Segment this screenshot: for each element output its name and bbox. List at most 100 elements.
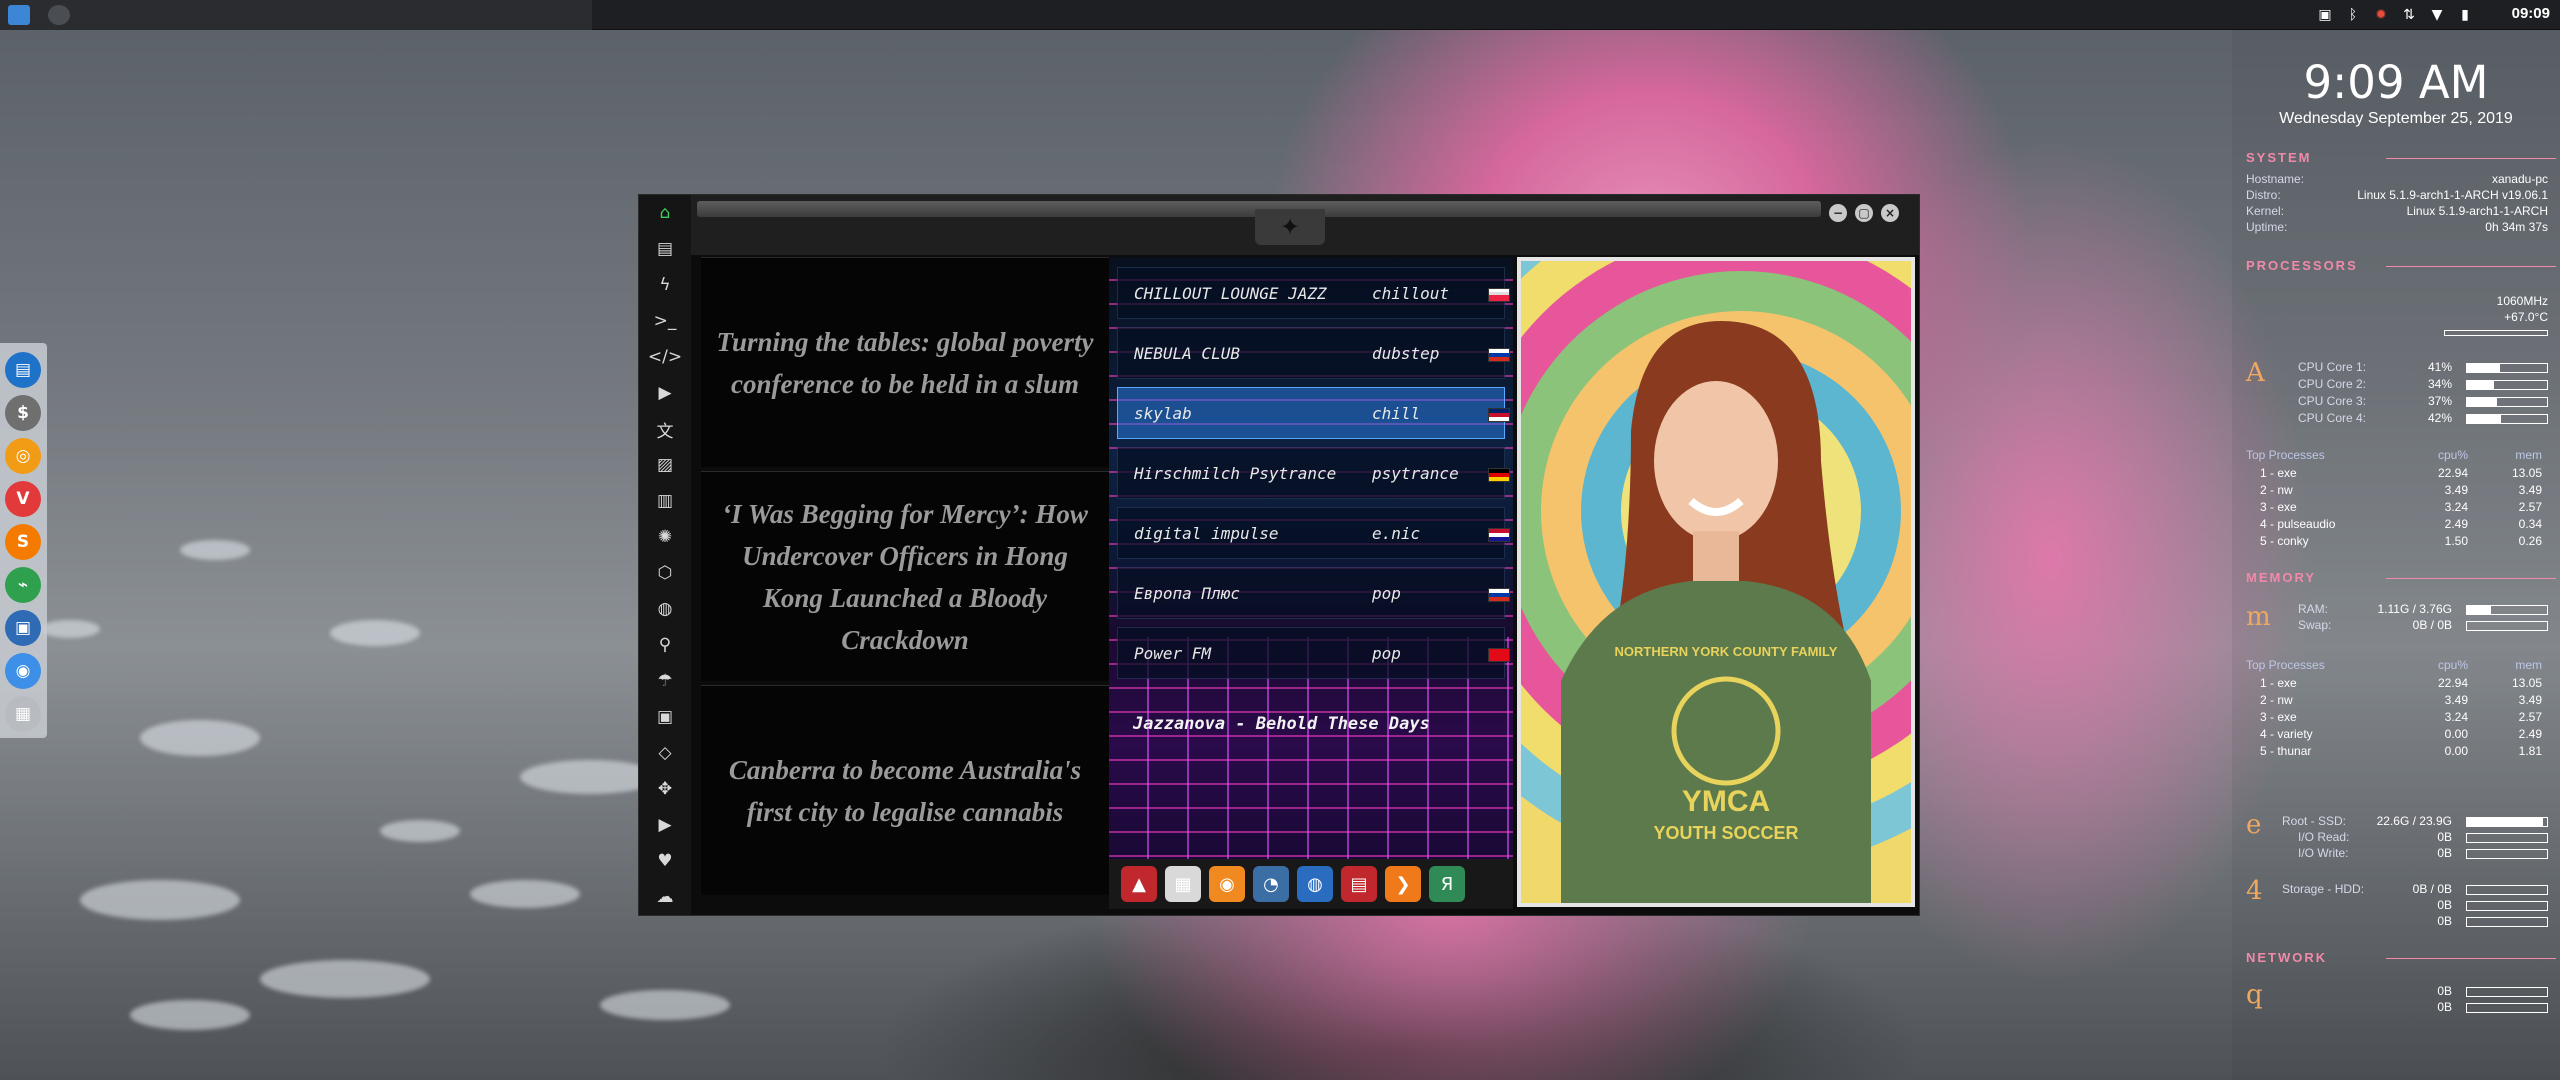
radio-station[interactable]: skylab chill <box>1117 387 1510 439</box>
heart-icon[interactable]: ♥ <box>639 843 691 879</box>
now-playing: Jazzanova - Behold These Days <box>1133 714 1430 734</box>
system-tray: ▣ ᛒ ✹ ⇅ ▼ ▮ <box>2316 5 2474 25</box>
ubuntu-icon[interactable]: ◎ <box>5 438 41 474</box>
station-name: Европа Плюс <box>1134 584 1240 603</box>
news-icon[interactable]: ▥ <box>639 483 691 519</box>
contacts-icon[interactable]: ▣ <box>639 699 691 735</box>
system-info-row: Distro: Linux 5.1.9-arch1-1-ARCH v19.06.1 <box>2246 188 2548 202</box>
net-down-bar <box>2466 987 2548 997</box>
taskbar-left <box>0 0 592 30</box>
io-write-bar <box>2466 849 2548 859</box>
file-manager-icon[interactable] <box>8 5 30 25</box>
cpu-graph <box>2444 330 2548 336</box>
workspace-icon[interactable] <box>48 5 70 25</box>
swap-bar <box>2466 621 2548 631</box>
terminal-icon[interactable]: >_ <box>639 303 691 339</box>
cpu-core-bar <box>2466 380 2548 390</box>
station-genre: pop <box>1372 644 1401 663</box>
search-app-icon[interactable]: ◉ <box>1209 866 1245 902</box>
chrome-icon[interactable]: ◉ <box>5 653 41 689</box>
youtube-icon[interactable]: ▶ <box>639 807 691 843</box>
net-up-bar <box>2466 1003 2548 1013</box>
cloud-icon[interactable]: ☁ <box>639 879 691 915</box>
code-icon[interactable]: </> <box>639 339 691 375</box>
update-icon[interactable]: ✹ <box>2372 7 2390 23</box>
screen-icon[interactable]: ▣ <box>5 610 41 646</box>
app-window: ⌂ ▤ ϟ >_ </> ▶ 文 ▨ ▥ ✺ ⬡ ◍ ⚲ ☂ ▣ ◇ ✥ ▶ ♥ ☁ ✦ − ▢ × Turning … <box>638 194 1920 916</box>
maximize-button[interactable]: ▢ <box>1855 204 1873 222</box>
wallpaper-photo: NORTHERN YORK COUNTY FAMILY YMCA YOUTH S… <box>1517 257 1915 907</box>
system-monitor-icon[interactable]: ⌁ <box>5 567 41 603</box>
station-name: digital impulse <box>1134 524 1279 543</box>
vivaldi-icon[interactable]: V <box>5 481 41 517</box>
country-flag-icon <box>1488 468 1510 482</box>
sublime-icon[interactable]: S <box>5 524 41 560</box>
process-row: 2 - nw 3.49 3.49 <box>2260 483 2542 497</box>
network-icon[interactable]: ⇅ <box>2400 7 2418 23</box>
wifi-icon[interactable]: ▼ <box>2428 7 2446 23</box>
expand-icon[interactable]: ✥ <box>639 771 691 807</box>
window-titlebar[interactable]: ✦ − ▢ × <box>691 195 1919 255</box>
panel-clock[interactable]: 09:09 <box>2512 5 2550 22</box>
network-section-title: NETWORK <box>2246 950 2557 965</box>
radio-station[interactable]: Hirschmilch Psytrance psytrance <box>1117 447 1510 499</box>
station-name: NEBULA CLUB <box>1134 344 1240 363</box>
radio-station[interactable]: Power FM pop <box>1117 627 1510 679</box>
close-button[interactable]: × <box>1881 204 1899 222</box>
network-grid-icon[interactable]: ▦ <box>5 696 41 732</box>
cpu-core-bar <box>2466 363 2548 373</box>
calendar-icon[interactable]: ▦ <box>1165 866 1201 902</box>
image-icon[interactable]: ▨ <box>639 447 691 483</box>
station-genre: chillout <box>1372 284 1450 303</box>
umbrella-icon[interactable]: ☂ <box>639 663 691 699</box>
terminal-dollar-icon[interactable]: $ <box>5 395 41 431</box>
file-manager-icon[interactable]: ▤ <box>5 352 41 388</box>
yandex-icon[interactable]: Я <box>1429 866 1465 902</box>
shirt-text-1: NORTHERN YORK COUNTY FAMILY <box>1615 644 1838 659</box>
forward-icon[interactable]: ❯ <box>1385 866 1421 902</box>
rebel-logo-icon: ✦ <box>1255 209 1325 245</box>
tags-icon[interactable]: ◇ <box>639 735 691 771</box>
radio-station[interactable]: CHILLOUT LOUNGE JAZZ chillout <box>1117 267 1510 319</box>
radio-station[interactable]: NEBULA CLUB dubstep <box>1117 327 1510 379</box>
aperture-icon[interactable]: ✺ <box>639 519 691 555</box>
app-dock: ▲ ▦ ◉ ◔ ◍ ▤ ❯ Я <box>1109 859 1513 909</box>
top-panel: ▣ ᛒ ✹ ⇅ ▼ ▮ 09:09 <box>0 0 2560 30</box>
translate-icon[interactable]: 文 <box>639 411 691 447</box>
arch-icon[interactable]: ▲ <box>1121 866 1157 902</box>
document-icon[interactable]: ▤ <box>639 231 691 267</box>
home-icon[interactable]: ⌂ <box>639 195 691 231</box>
bluetooth-icon[interactable]: ᛒ <box>2344 7 2362 23</box>
system-section-title: SYSTEM <box>2246 150 2559 165</box>
process-row: 5 - thunar 0.00 1.81 <box>2260 744 2542 758</box>
minimize-button[interactable]: − <box>1829 204 1847 222</box>
battery-icon[interactable]: ▮ <box>2456 7 2474 23</box>
station-name: Power FM <box>1134 644 1212 663</box>
io-read-bar <box>2466 833 2548 843</box>
radio-station[interactable]: Европа Плюс pop <box>1117 567 1510 619</box>
radio-station[interactable]: digital impulse e.nic <box>1117 507 1510 559</box>
news-card[interactable]: Canberra to become Australia's first cit… <box>701 685 1109 895</box>
news-panel: Turning the tables: global poverty confe… <box>701 257 1109 903</box>
process-row: 2 - nw 3.49 3.49 <box>2260 693 2542 707</box>
web-browser-icon[interactable]: ◍ <box>1297 866 1333 902</box>
root-ssd-bar <box>2466 817 2548 827</box>
hdd-bar <box>2466 885 2548 895</box>
cpu-top-processes-header: Top Processes cpu% mem <box>2246 448 2542 462</box>
news-card[interactable]: Turning the tables: global poverty confe… <box>701 257 1109 467</box>
station-genre: pop <box>1372 584 1401 603</box>
country-flag-icon <box>1488 288 1510 302</box>
cpu-temperature: +67.0°C <box>2504 310 2548 324</box>
play-icon[interactable]: ▶ <box>639 375 691 411</box>
planner-icon[interactable]: ▤ <box>1341 866 1377 902</box>
screenshot-icon[interactable]: ▣ <box>2316 7 2334 23</box>
hexagon-icon[interactable]: ⬡ <box>639 555 691 591</box>
globe-icon[interactable]: ◍ <box>639 591 691 627</box>
lightning-icon[interactable]: ϟ <box>639 267 691 303</box>
station-name: Hirschmilch Psytrance <box>1134 464 1337 483</box>
search-icon[interactable]: ⚲ <box>639 627 691 663</box>
ram-bar <box>2466 605 2548 615</box>
clock-icon[interactable]: ◔ <box>1253 866 1289 902</box>
memory-section-title: MEMORY <box>2246 570 2557 585</box>
news-card[interactable]: ‘I Was Begging for Mercy’: How Undercove… <box>701 471 1109 681</box>
